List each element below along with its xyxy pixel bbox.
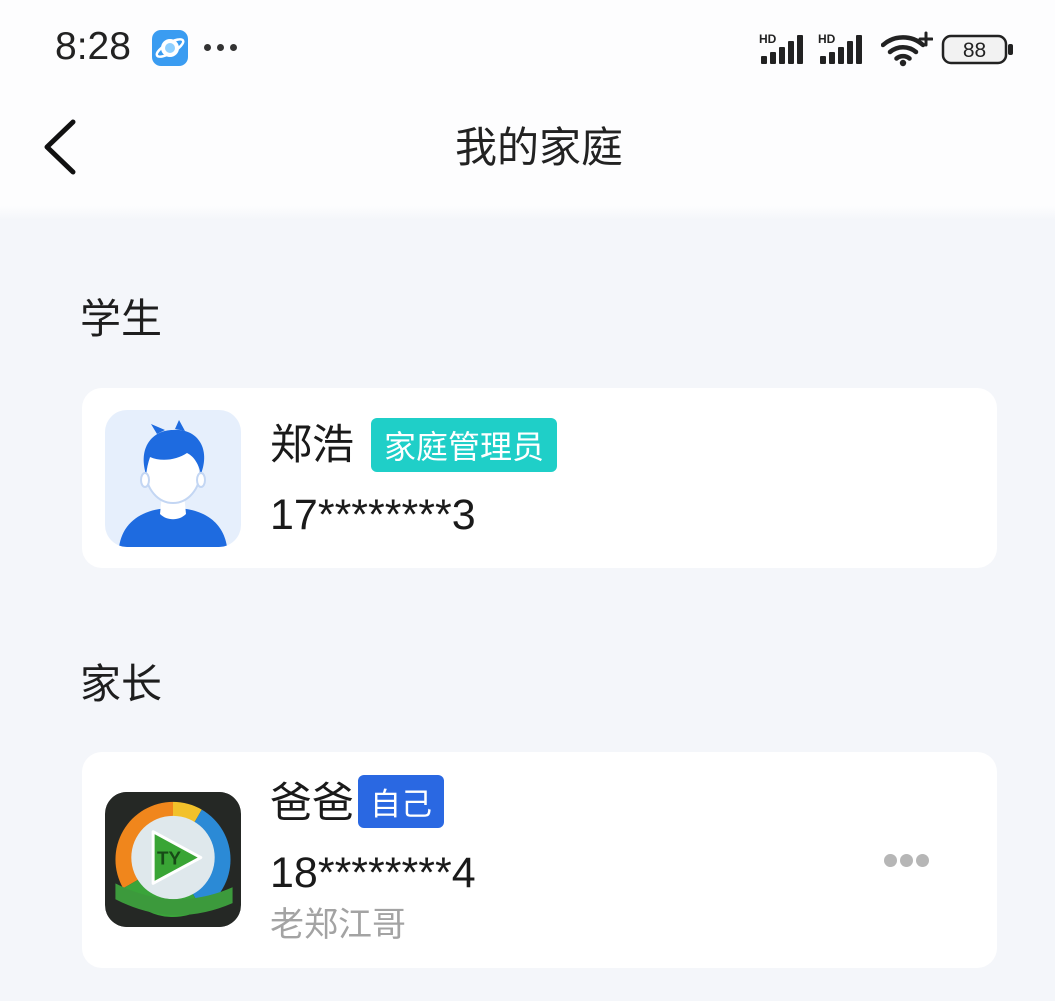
battery-icon: 88 bbox=[941, 34, 1015, 66]
default-user-avatar-icon bbox=[105, 410, 241, 547]
signal-icon: HD bbox=[759, 32, 809, 66]
member-name: 郑浩 bbox=[270, 420, 355, 469]
svg-text:TY: TY bbox=[157, 847, 182, 868]
wifi-icon bbox=[880, 31, 934, 67]
section-title-parents: 家长 bbox=[80, 660, 162, 708]
top-bar-shadow bbox=[0, 206, 1055, 220]
status-time: 8:28 bbox=[55, 25, 131, 68]
member-name: 爸爸 bbox=[270, 778, 355, 827]
page-title: 我的家庭 bbox=[455, 123, 624, 172]
svg-text:HD: HD bbox=[818, 32, 836, 46]
member-nickname: 老郑江哥 bbox=[270, 905, 406, 945]
member-phone: 17********3 bbox=[270, 491, 476, 539]
member-card-parent[interactable]: TY 爸爸 自己 18********4 老郑江哥 bbox=[82, 752, 997, 968]
more-notifications-icon bbox=[204, 44, 240, 52]
back-button[interactable] bbox=[36, 114, 84, 180]
self-badge: 自己 bbox=[358, 775, 444, 828]
more-options-button[interactable] bbox=[880, 846, 940, 874]
svg-text:HD: HD bbox=[759, 32, 777, 46]
app-notification-icon bbox=[152, 30, 188, 66]
signal-icon: HD bbox=[818, 32, 868, 66]
member-card-student[interactable]: 郑浩 家庭管理员 17********3 bbox=[82, 388, 997, 568]
logo-avatar: TY bbox=[105, 792, 241, 927]
section-title-students: 学生 bbox=[80, 295, 162, 343]
admin-badge: 家庭管理员 bbox=[371, 418, 557, 472]
svg-text:88: 88 bbox=[963, 39, 986, 62]
chevron-left-icon bbox=[44, 119, 76, 175]
member-phone: 18********4 bbox=[270, 849, 476, 897]
